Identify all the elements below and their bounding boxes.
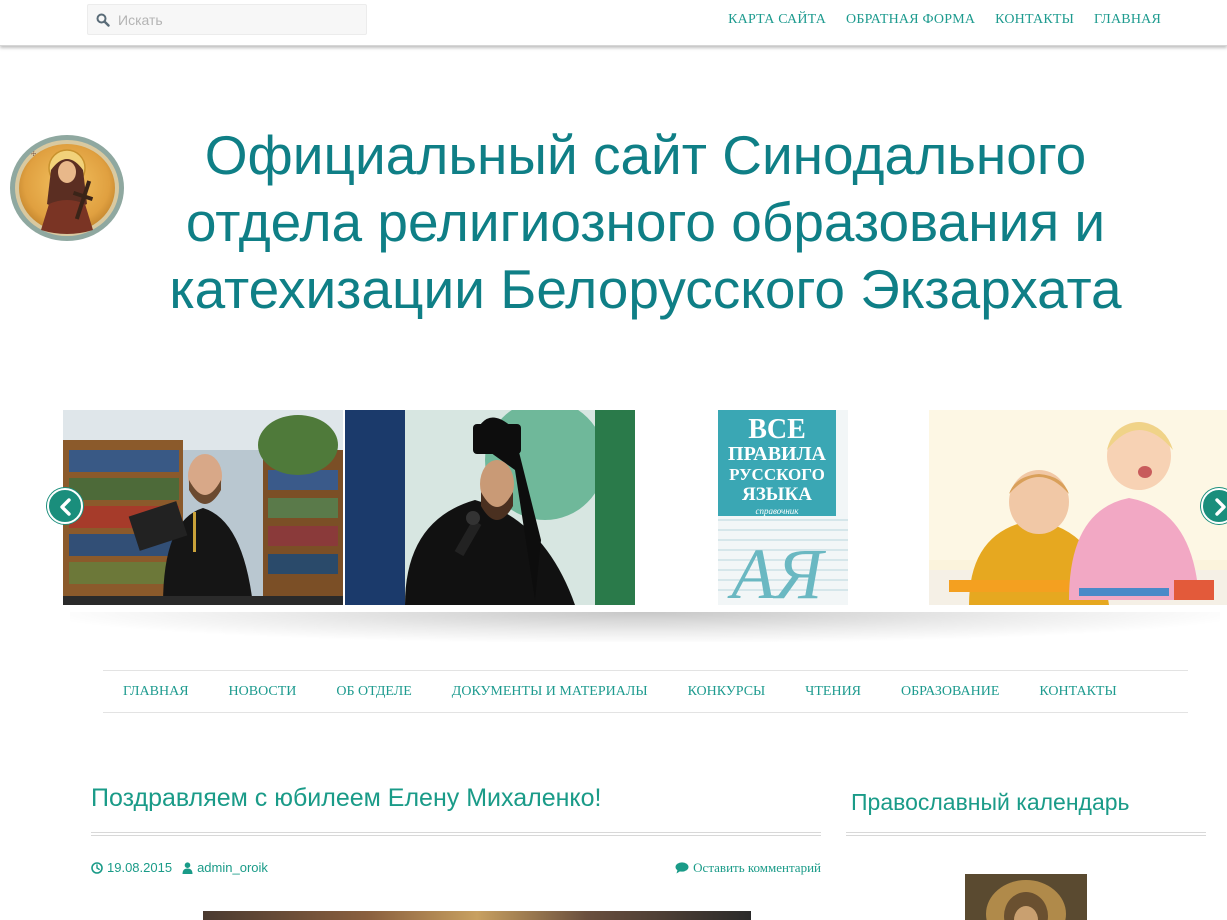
sidebar-calendar-title: Православный календарь <box>851 789 1130 815</box>
top-nav: КАРТА САЙТА ОБРАТНАЯ ФОРМА КОНТАКТЫ ГЛАВ… <box>728 12 1161 28</box>
book-line2: ПРАВИЛА <box>728 443 826 465</box>
calendar-icon-image[interactable] <box>965 874 1087 920</box>
book-line1: ВСЕ <box>748 414 806 445</box>
clock-icon <box>91 861 103 874</box>
main-nav-news[interactable]: НОВОСТИ <box>209 684 317 700</box>
user-icon <box>182 861 193 874</box>
top-bar: КАРТА САЙТА ОБРАТНАЯ ФОРМА КОНТАКТЫ ГЛАВ… <box>0 0 1227 46</box>
top-nav-sitemap[interactable]: КАРТА САЙТА <box>728 12 826 28</box>
slide-priest-library[interactable] <box>63 410 343 605</box>
slide-monk-microphone[interactable] <box>345 410 635 605</box>
chevron-left-icon <box>60 498 71 516</box>
slide-book-cover[interactable]: ВСЕ ПРАВИЛА РУССКОГО ЯЗЫКА справочник АЯ <box>685 410 885 605</box>
book-line4: ЯЗЫКА <box>742 484 812 505</box>
post-meta: 19.08.2015 admin_oroik <box>91 860 268 875</box>
book-letters: АЯ <box>727 534 826 605</box>
search-box[interactable] <box>87 4 367 35</box>
top-nav-home[interactable]: ГЛАВНАЯ <box>1094 12 1161 28</box>
leave-comment-link[interactable]: Оставить комментарий <box>675 860 821 876</box>
search-input[interactable] <box>118 5 358 34</box>
leave-comment-text[interactable]: Оставить комментарий <box>693 860 821 876</box>
main-nav-education[interactable]: ОБРАЗОВАНИЕ <box>881 684 1019 700</box>
post-image[interactable] <box>203 911 751 920</box>
svg-text:☩: ☩ <box>31 151 36 158</box>
top-nav-feedback-form[interactable]: ОБРАТНАЯ ФОРМА <box>846 12 975 28</box>
slider-shadow <box>70 612 1220 642</box>
main-nav-home[interactable]: ГЛАВНАЯ <box>103 684 209 700</box>
sidebar-title-divider <box>846 832 1206 836</box>
top-nav-contacts[interactable]: КОНТАКТЫ <box>995 12 1074 28</box>
main-nav-contests[interactable]: КОНКУРСЫ <box>668 684 786 700</box>
slider-prev-button[interactable] <box>47 488 83 524</box>
comment-icon <box>675 862 689 874</box>
post-author-text[interactable]: admin_oroik <box>197 860 268 875</box>
book-line5: справочник <box>755 506 799 516</box>
image-slider: ВСЕ ПРАВИЛА РУССКОГО ЯЗЫКА справочник АЯ <box>0 408 1227 642</box>
slide-children-drawing[interactable] <box>929 410 1227 605</box>
main-nav-documents[interactable]: ДОКУМЕНТЫ И МАТЕРИАЛЫ <box>432 684 668 700</box>
chevron-right-icon <box>1215 498 1226 516</box>
post-author[interactable]: admin_oroik <box>182 860 268 875</box>
main-nav-contacts[interactable]: КОНТАКТЫ <box>1019 684 1136 700</box>
post-title[interactable]: Поздравляем с юбилеем Елену Михаленко! <box>91 784 601 813</box>
site-title[interactable]: Официальный сайт Синодального отдела рел… <box>118 122 1173 323</box>
logo-icon[interactable]: ☩ <box>9 134 125 242</box>
post-title-divider <box>91 832 821 836</box>
post-date: 19.08.2015 <box>91 860 172 875</box>
main-nav-about[interactable]: ОБ ОТДЕЛЕ <box>316 684 431 700</box>
book-line3: РУССКОГО <box>729 465 825 484</box>
main-nav: ГЛАВНАЯ НОВОСТИ ОБ ОТДЕЛЕ ДОКУМЕНТЫ И МА… <box>103 670 1188 713</box>
post-date-text: 19.08.2015 <box>107 860 173 875</box>
main-nav-readings[interactable]: ЧТЕНИЯ <box>785 684 881 700</box>
search-icon <box>96 13 110 27</box>
